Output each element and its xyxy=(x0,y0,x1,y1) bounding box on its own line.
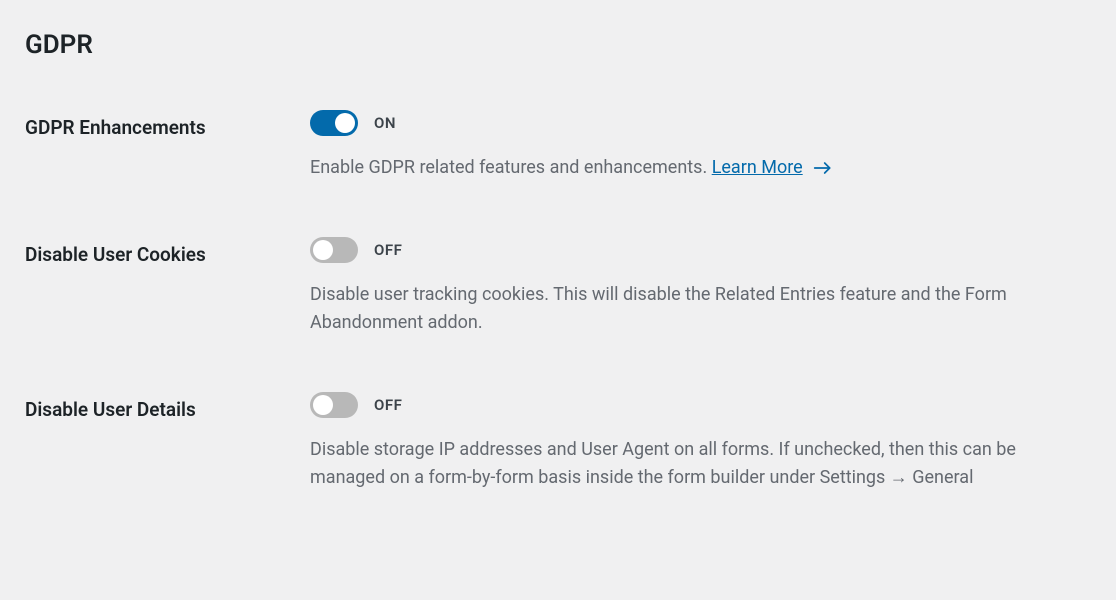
setting-control: OFF Disable user tracking cookies. This … xyxy=(310,237,1091,337)
toggle-disable-user-cookies[interactable] xyxy=(310,237,358,263)
setting-row-disable-user-details: Disable User Details OFF Disable storage… xyxy=(25,392,1091,492)
setting-label-disable-user-cookies: Disable User Cookies xyxy=(25,237,310,266)
setting-description: Disable storage IP addresses and User Ag… xyxy=(310,436,1080,492)
toggle-line: ON xyxy=(310,110,1091,136)
toggle-gdpr-enhancements[interactable] xyxy=(310,110,358,136)
toggle-disable-user-details[interactable] xyxy=(310,392,358,418)
setting-label-disable-user-details: Disable User Details xyxy=(25,392,310,421)
arrow-right-icon xyxy=(813,160,833,176)
setting-row-disable-user-cookies: Disable User Cookies OFF Disable user tr… xyxy=(25,237,1091,337)
toggle-line: OFF xyxy=(310,392,1091,418)
toggle-line: OFF xyxy=(310,237,1091,263)
setting-description: Disable user tracking cookies. This will… xyxy=(310,281,1080,337)
section-title: GDPR xyxy=(25,30,1091,60)
setting-row-gdpr-enhancements: GDPR Enhancements ON Enable GDPR related… xyxy=(25,110,1091,182)
description-text: Enable GDPR related features and enhance… xyxy=(310,157,707,178)
setting-label-gdpr-enhancements: GDPR Enhancements xyxy=(25,110,310,139)
toggle-state-label: ON xyxy=(374,114,396,132)
learn-more-link[interactable]: Learn More xyxy=(712,157,803,178)
toggle-state-label: OFF xyxy=(374,396,402,414)
setting-control: OFF Disable storage IP addresses and Use… xyxy=(310,392,1091,492)
setting-control: ON Enable GDPR related features and enha… xyxy=(310,110,1091,182)
toggle-state-label: OFF xyxy=(374,241,402,259)
setting-description: Enable GDPR related features and enhance… xyxy=(310,154,1080,182)
